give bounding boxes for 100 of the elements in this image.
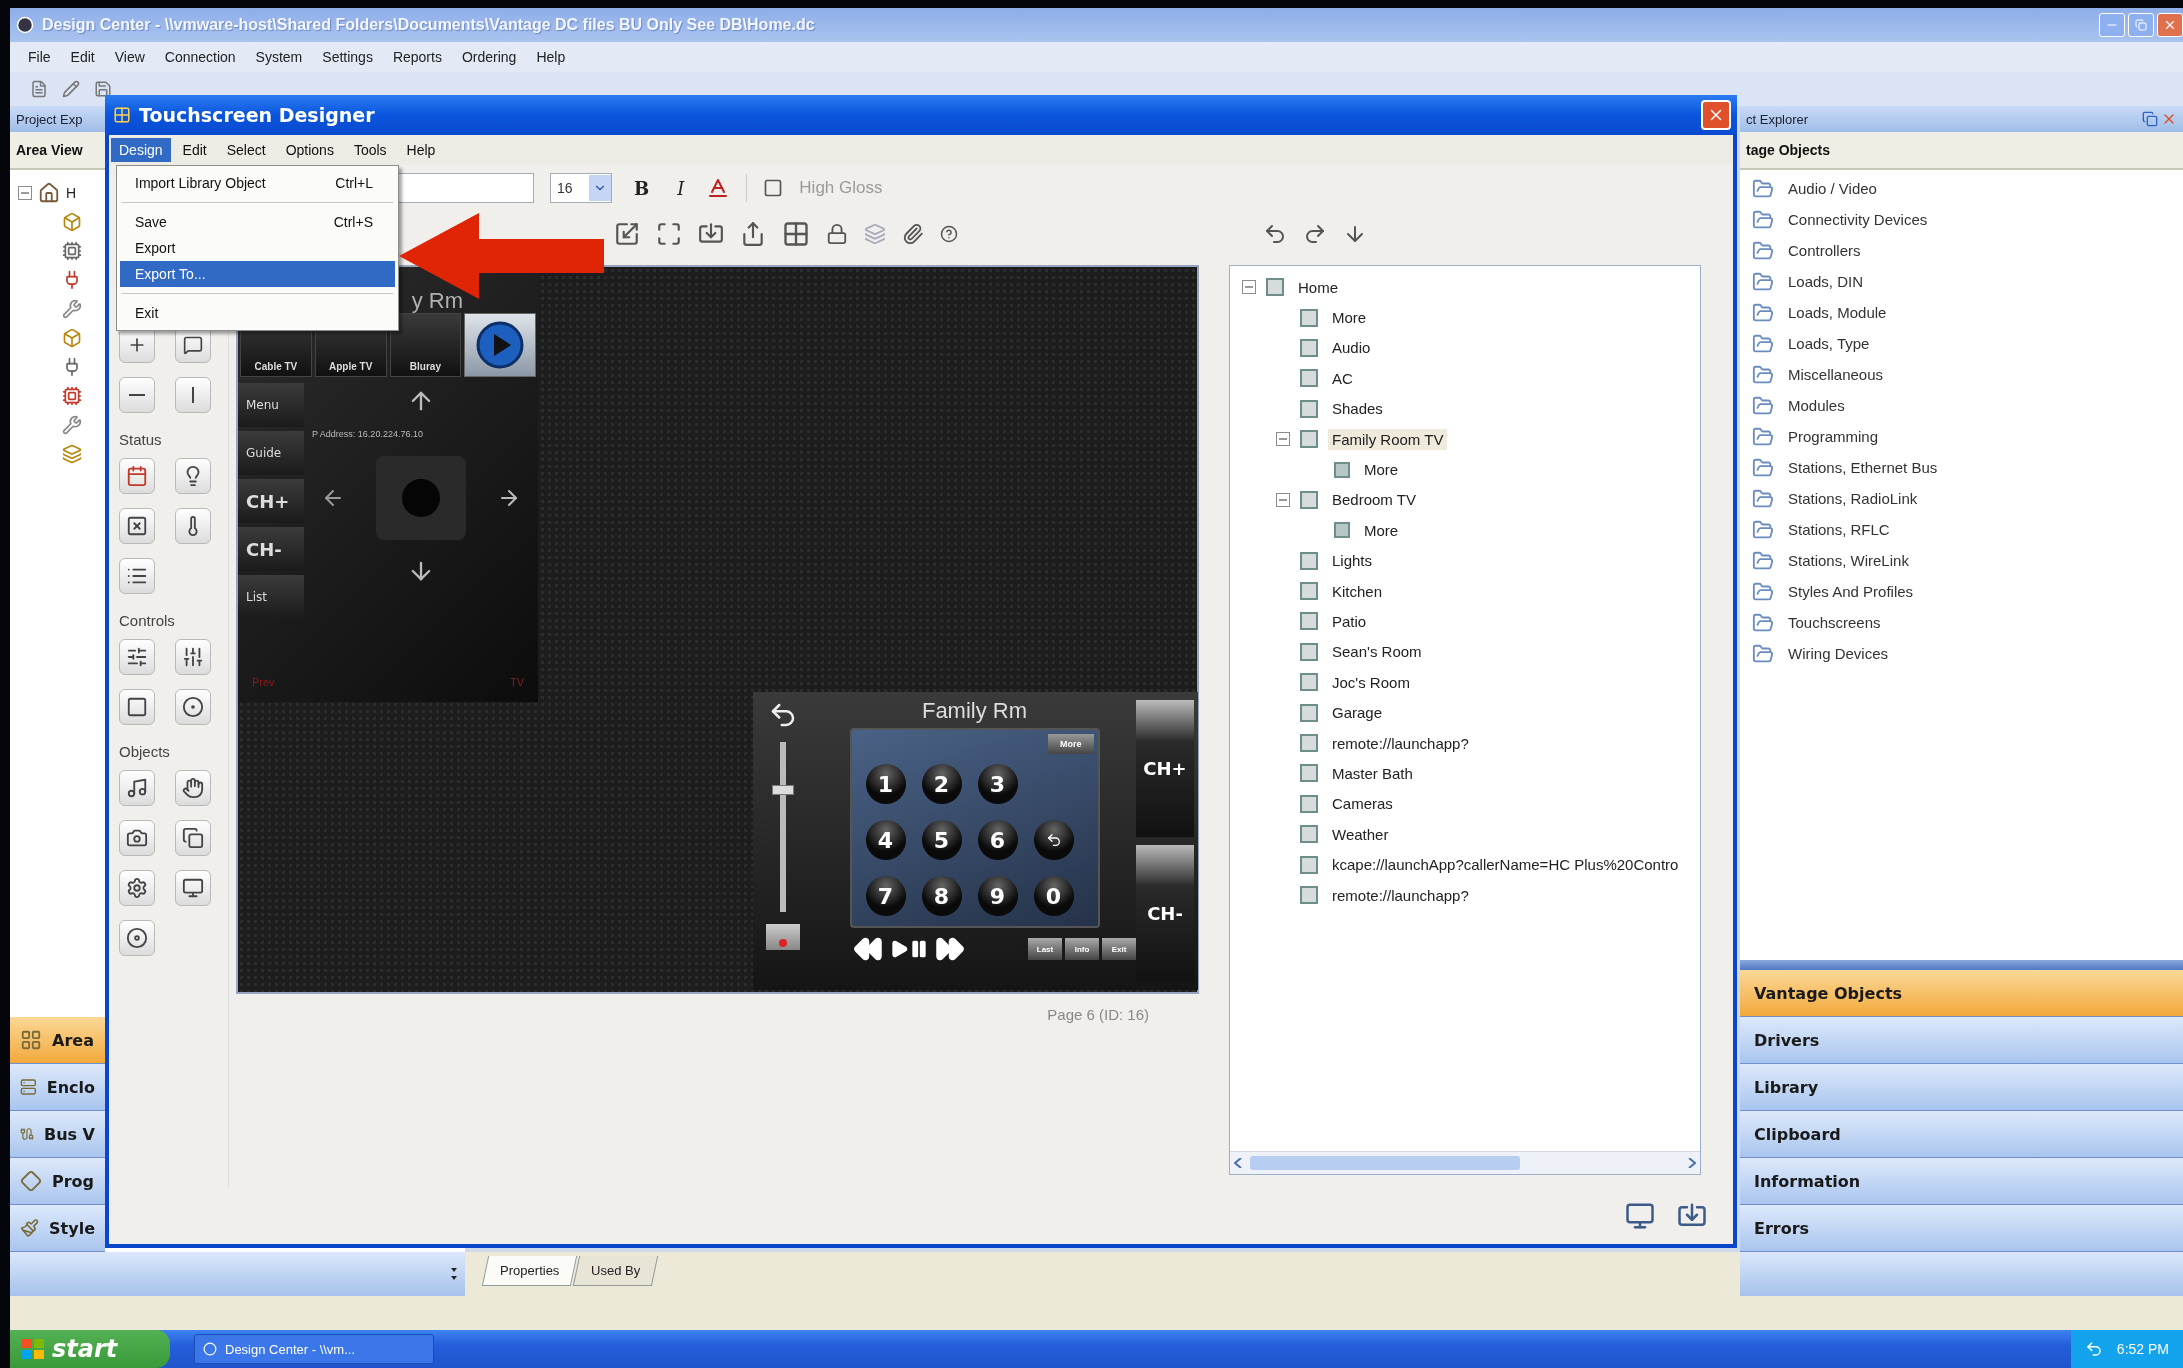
palette-tile[interactable] bbox=[175, 458, 211, 494]
tree-item[interactable]: remote://launchapp? bbox=[1328, 884, 1473, 906]
menu-item[interactable]: Save Ctrl+S bbox=[120, 209, 395, 235]
nav-button[interactable]: Library bbox=[1740, 1064, 2183, 1111]
palette-tile[interactable] bbox=[175, 508, 211, 544]
keypad-key[interactable]: 5 bbox=[921, 820, 962, 860]
channel-button[interactable]: CH- bbox=[1136, 845, 1194, 982]
folder-item[interactable]: Wiring Devices bbox=[1788, 645, 1889, 662]
palette-tile[interactable] bbox=[175, 639, 211, 675]
lock-icon[interactable] bbox=[826, 223, 848, 245]
palette-tile[interactable] bbox=[119, 377, 155, 413]
keypad-key[interactable]: 2 bbox=[921, 764, 962, 804]
tree-item[interactable]: More bbox=[1328, 307, 1371, 329]
nav-button[interactable]: Style bbox=[10, 1205, 105, 1252]
channel-button[interactable]: CH+ bbox=[1136, 700, 1194, 837]
tree-item[interactable]: Shades bbox=[1328, 398, 1387, 420]
palette-tile[interactable] bbox=[119, 508, 155, 544]
menu-item[interactable]: Export bbox=[120, 235, 395, 261]
menu-item[interactable]: Help bbox=[536, 49, 566, 65]
tree-tool-icon[interactable] bbox=[1263, 222, 1287, 246]
menu-item[interactable]: Connection bbox=[164, 49, 236, 65]
close-button[interactable] bbox=[1701, 100, 1731, 130]
keypad-key[interactable]: 3 bbox=[977, 764, 1018, 804]
folder-item[interactable]: Connectivity Devices bbox=[1788, 211, 1928, 228]
font-size-dropdown[interactable]: 16 bbox=[550, 173, 612, 203]
folder-item[interactable]: Loads, DIN bbox=[1788, 273, 1864, 290]
palette-tile[interactable] bbox=[119, 870, 155, 906]
collapse-icon[interactable] bbox=[1276, 492, 1290, 507]
tree-item[interactable]: Home bbox=[1294, 276, 1342, 298]
nav-button[interactable]: Information bbox=[1740, 1158, 2183, 1205]
tree-item[interactable]: More bbox=[1360, 459, 1403, 481]
folder-item[interactable]: Styles And Profiles bbox=[1788, 583, 1914, 600]
more-button[interactable]: More bbox=[1048, 734, 1094, 754]
menu-item[interactable]: File bbox=[28, 49, 51, 65]
palette-tile[interactable] bbox=[175, 770, 211, 806]
tree-item[interactable]: Patio bbox=[1328, 611, 1371, 632]
pause-icon[interactable] bbox=[909, 939, 929, 959]
tree-item[interactable]: Garage bbox=[1328, 702, 1387, 724]
tree-item[interactable]: AC bbox=[1328, 367, 1357, 389]
palette-tile[interactable] bbox=[119, 689, 155, 725]
resize-icon[interactable] bbox=[614, 221, 640, 247]
palette-tile[interactable] bbox=[119, 770, 155, 806]
remote-button[interactable]: Menu bbox=[238, 383, 304, 427]
collapse-icon[interactable] bbox=[1242, 280, 1256, 295]
folder-item[interactable]: Stations, RFLC bbox=[1788, 521, 1890, 538]
folder-item[interactable]: Stations, WireLink bbox=[1788, 552, 1909, 569]
keypad-key[interactable]: 4 bbox=[865, 820, 906, 860]
palette-tile[interactable] bbox=[175, 870, 211, 906]
tree-item[interactable]: kcape://launchApp?callerName=HC Plus%20Contro bbox=[1328, 854, 1683, 876]
tree-item[interactable]: Audio bbox=[1328, 337, 1375, 359]
splitter-handle[interactable] bbox=[1740, 960, 2183, 970]
tree-item[interactable]: Lights bbox=[1328, 550, 1377, 572]
palette-tile[interactable] bbox=[119, 639, 155, 675]
remote-button[interactable]: Exit bbox=[1102, 938, 1136, 960]
bold-button[interactable]: B bbox=[628, 175, 656, 201]
palette-tile[interactable] bbox=[119, 820, 155, 856]
tree-tool-icon[interactable] bbox=[1303, 222, 1327, 246]
menu-item[interactable]: Options bbox=[277, 138, 342, 162]
tree-item[interactable]: Master Bath bbox=[1328, 762, 1417, 784]
menu-item[interactable]: Select bbox=[218, 138, 274, 162]
add-page-icon[interactable] bbox=[1625, 1201, 1655, 1231]
nav-button[interactable]: Clipboard bbox=[1740, 1111, 2183, 1158]
tree-item[interactable]: More bbox=[1360, 519, 1403, 541]
remote-button[interactable]: Info bbox=[1065, 938, 1099, 960]
palette-tile[interactable] bbox=[119, 920, 155, 956]
tree-item[interactable]: Family Room TV bbox=[1328, 428, 1448, 450]
new-file-icon[interactable] bbox=[30, 80, 48, 98]
palette-tile[interactable] bbox=[175, 689, 211, 725]
taskbar-button[interactable]: Design Center - \\vm... bbox=[194, 1334, 434, 1364]
play-button[interactable] bbox=[464, 313, 536, 377]
tab[interactable]: Used By bbox=[573, 1256, 659, 1286]
folder-item[interactable]: Miscellaneous bbox=[1788, 366, 1884, 383]
menu-item[interactable]: Settings bbox=[322, 49, 373, 65]
tree-item[interactable]: Joc's Room bbox=[1328, 671, 1414, 693]
nav-button[interactable]: Errors bbox=[1740, 1205, 2183, 1252]
menu-item[interactable]: Reports bbox=[392, 49, 442, 65]
folder-item[interactable]: Programming bbox=[1788, 428, 1879, 445]
palette-tile[interactable] bbox=[119, 558, 155, 594]
tree-item[interactable]: H bbox=[66, 185, 77, 201]
folder-item[interactable]: Loads, Module bbox=[1788, 304, 1887, 321]
menu-item[interactable]: View bbox=[114, 49, 145, 65]
menu-item[interactable]: Help bbox=[398, 138, 444, 162]
folder-item[interactable]: Touchscreens bbox=[1788, 614, 1881, 631]
record-button[interactable] bbox=[766, 924, 800, 950]
folder-item[interactable]: Loads, Type bbox=[1788, 335, 1870, 352]
collapse-icon[interactable] bbox=[1276, 432, 1290, 447]
scroll-left-icon[interactable] bbox=[1234, 1158, 1242, 1168]
keypad-key[interactable]: 7 bbox=[865, 876, 906, 916]
keypad-key[interactable]: 0 bbox=[1033, 876, 1074, 916]
tree-item[interactable]: Weather bbox=[1328, 823, 1393, 845]
menu-item[interactable]: Edit bbox=[174, 138, 215, 162]
save-icon[interactable] bbox=[94, 80, 112, 98]
overflow-chevron-icon[interactable] bbox=[451, 1266, 457, 1282]
scroll-right-icon[interactable] bbox=[1688, 1158, 1696, 1168]
source-button[interactable]: Bluray bbox=[389, 313, 462, 377]
folder-item[interactable]: Modules bbox=[1788, 397, 1845, 414]
remote-button[interactable]: Guide bbox=[238, 431, 304, 475]
tab[interactable]: Properties bbox=[481, 1256, 578, 1286]
folder-item[interactable]: Stations, RadioLink bbox=[1788, 490, 1918, 507]
tree-item[interactable]: remote://launchapp? bbox=[1328, 732, 1473, 754]
